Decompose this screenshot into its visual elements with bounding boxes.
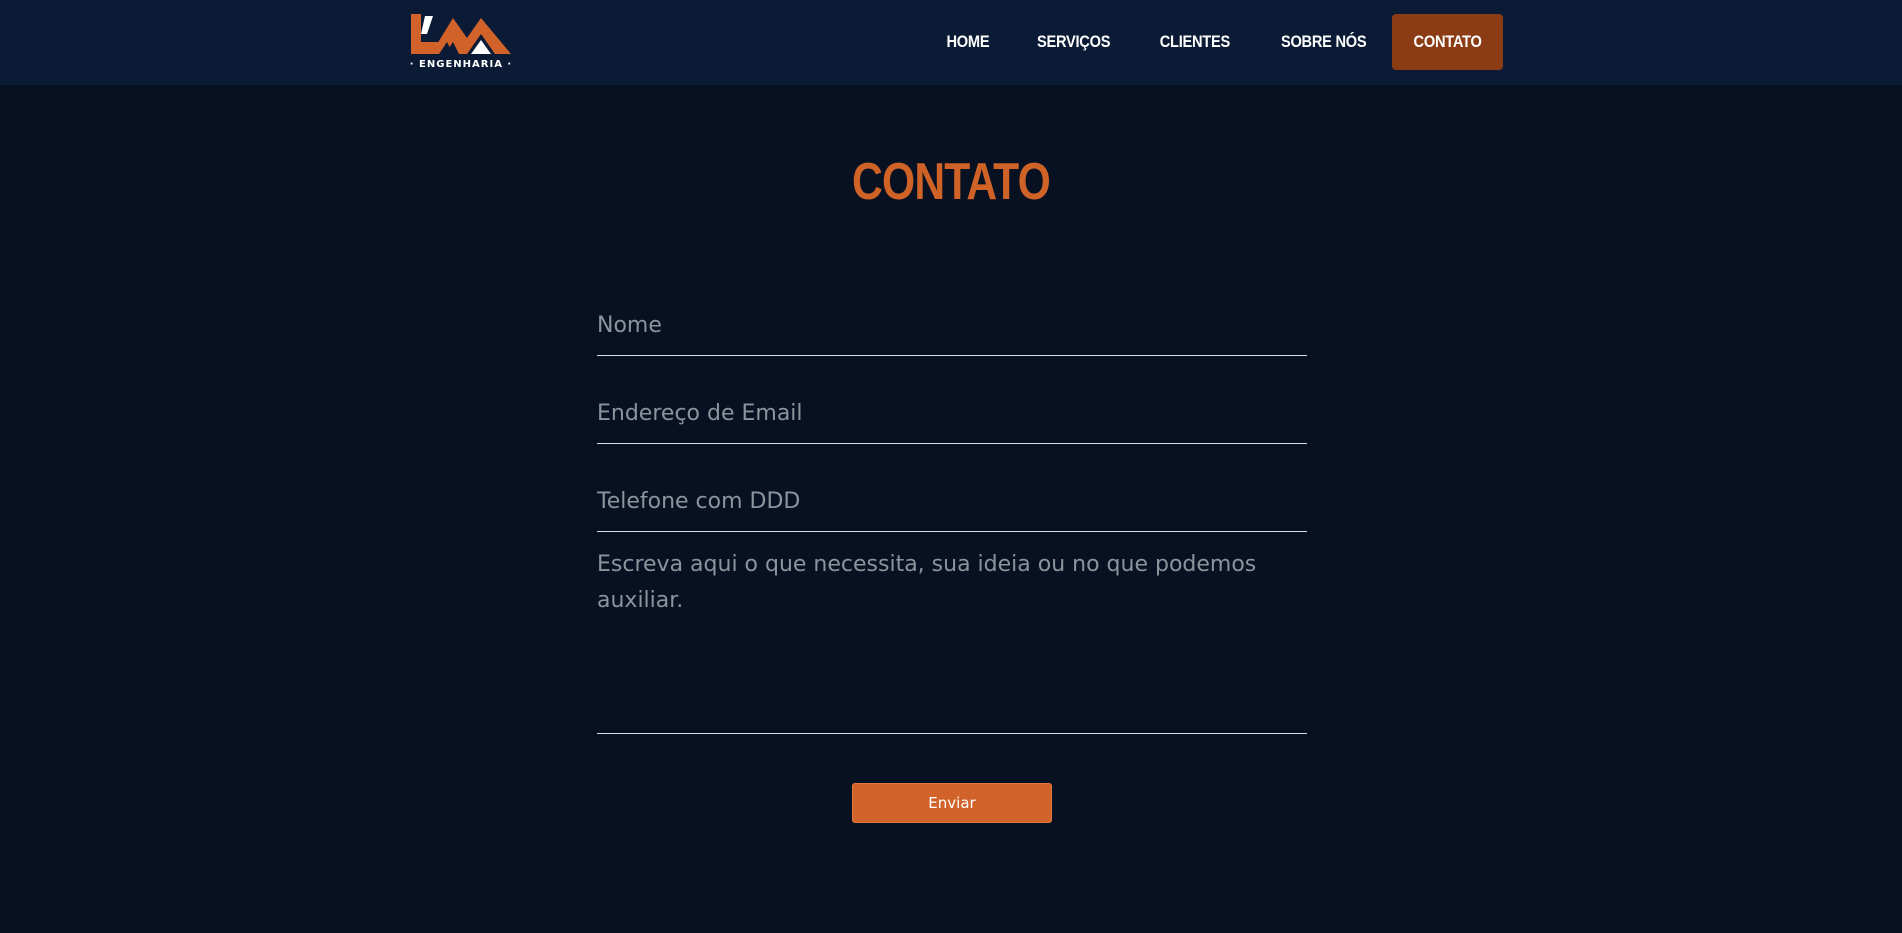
name-field-wrapper xyxy=(597,295,1307,356)
logo-tagline: · ENGENHARIA · xyxy=(409,59,513,70)
name-input[interactable] xyxy=(597,295,1307,355)
main-nav: HOME SERVIÇOS CLIENTES SOBRE NÓS CONTATO xyxy=(924,14,1503,70)
navbar: · ENGENHARIA · HOME SERVIÇOS CLIENTES SO… xyxy=(0,0,1902,85)
contact-form xyxy=(597,295,1307,734)
nav-item-sobre-nos[interactable]: SOBRE NÓS xyxy=(1264,14,1382,70)
nav-item-contato-label: CONTATO xyxy=(1413,32,1482,51)
nav-item-servicos[interactable]: SERVIÇOS xyxy=(1020,14,1126,70)
nav-item-contato[interactable]: CONTATO xyxy=(1391,14,1503,70)
message-textarea[interactable] xyxy=(597,547,1307,733)
nav-item-home[interactable]: HOME xyxy=(930,14,1006,70)
email-input[interactable] xyxy=(597,383,1307,443)
message-field-wrapper xyxy=(597,547,1307,734)
phone-input[interactable] xyxy=(597,471,1307,531)
submit-button[interactable]: Enviar xyxy=(852,783,1052,823)
nav-item-clientes[interactable]: CLIENTES xyxy=(1143,14,1246,70)
email-field-wrapper xyxy=(597,383,1307,444)
brand-logo[interactable]: · ENGENHARIA · xyxy=(409,12,513,72)
phone-field-wrapper xyxy=(597,471,1307,532)
lm-mountain-logo-icon xyxy=(411,14,511,54)
page-title: CONTATO xyxy=(852,153,1051,211)
